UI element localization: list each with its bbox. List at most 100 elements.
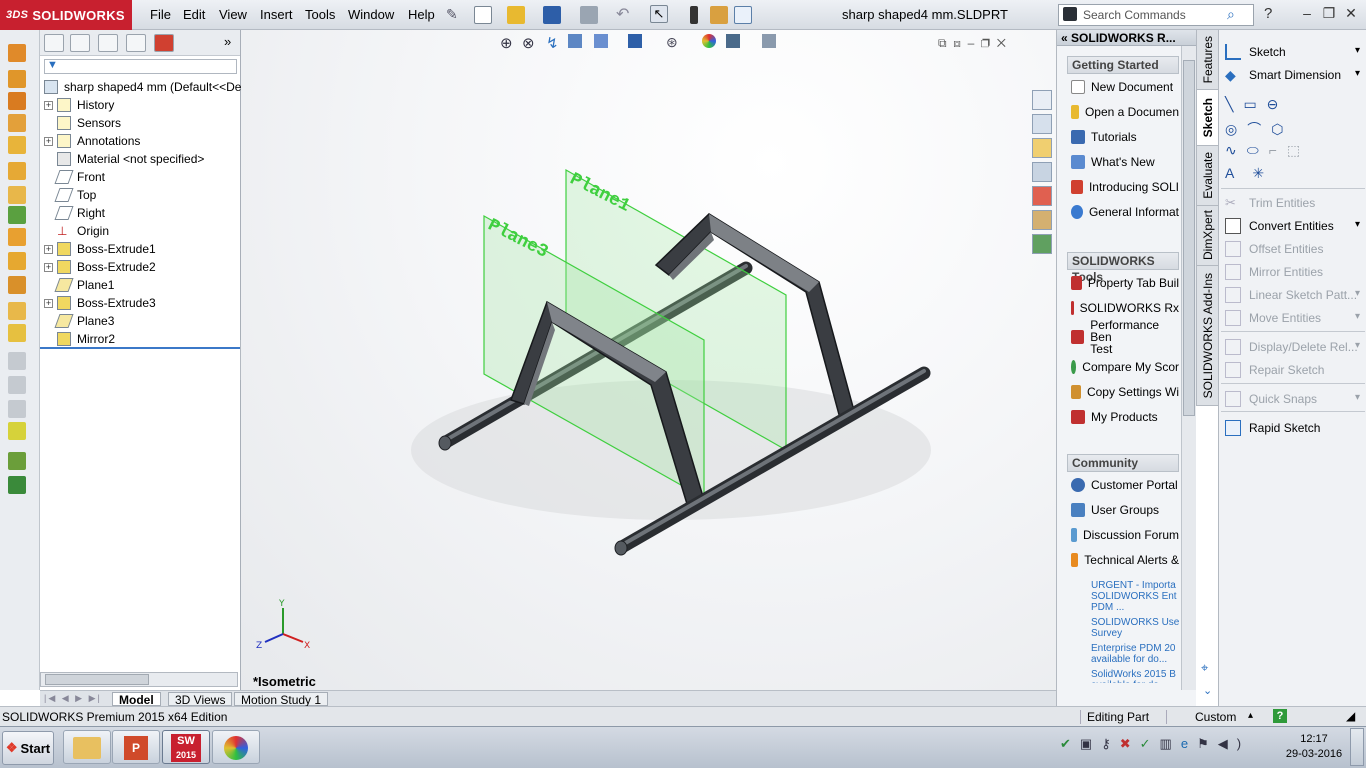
view-orientation-icon[interactable] — [594, 34, 608, 48]
view-settings-icon[interactable] — [762, 34, 776, 48]
apply-scene-icon[interactable] — [726, 34, 740, 48]
expand-icon[interactable]: + — [44, 136, 53, 146]
units-selector[interactable]: Custom — [1166, 710, 1236, 724]
tree-item-mirror2[interactable]: Mirror2 — [57, 330, 115, 348]
expand-icon[interactable]: + — [44, 100, 53, 110]
taskbar-explorer[interactable] — [63, 730, 111, 764]
chevron-down-icon[interactable]: ▾ — [1355, 45, 1360, 56]
section-view-icon[interactable] — [568, 34, 582, 48]
tray-ie-icon[interactable]: e — [1181, 736, 1197, 751]
collapse-icon[interactable]: « — [1061, 31, 1068, 45]
property-manager-tab[interactable] — [70, 34, 90, 52]
tree-item-plane1[interactable]: Plane1 — [54, 276, 114, 294]
news-item[interactable]: URGENT - Importa SOLIDWORKS Ent PDM ... — [1091, 580, 1181, 613]
text-icon[interactable]: A — [1225, 165, 1252, 181]
tree-horizontal-scrollbar[interactable] — [40, 672, 238, 687]
tab-motion-study[interactable]: Motion Study 1 — [234, 692, 329, 707]
tree-item-sensors[interactable]: Sensors — [57, 114, 121, 132]
trim-entities-button[interactable]: ✂ Trim Entities — [1225, 192, 1315, 214]
resources-icon[interactable] — [1032, 114, 1052, 134]
tab-3d-views[interactable]: 3D Views — [168, 692, 233, 707]
help-icon[interactable]: ? — [1264, 5, 1272, 22]
viewport-restore-icon[interactable]: ❐ — [981, 36, 990, 50]
chevron-down-icon[interactable]: ▾ — [1355, 288, 1360, 299]
pattern-icon[interactable] — [8, 228, 26, 246]
tree-item-history[interactable]: + History — [44, 96, 114, 114]
sketch-button[interactable]: Sketch — [1225, 41, 1286, 63]
save-icon[interactable] — [543, 6, 561, 24]
move-entities-button[interactable]: Move Entities — [1225, 307, 1321, 329]
shell-icon[interactable] — [8, 302, 26, 320]
performance-benchmark-link[interactable]: Performance Ben Test — [1067, 320, 1179, 354]
user-groups-link[interactable]: User Groups — [1067, 497, 1179, 522]
tree-item-boss-extrude3[interactable]: + Boss-Extrude3 — [44, 294, 156, 312]
taskbar-paint[interactable] — [212, 730, 260, 764]
reference-geometry-icon[interactable] — [8, 376, 26, 394]
discussion-forum-link[interactable]: Discussion Forum — [1067, 522, 1179, 547]
start-button[interactable]: ❖ Start — [2, 731, 54, 765]
lofted-boss-icon[interactable] — [8, 114, 26, 132]
display-style-icon[interactable] — [628, 34, 642, 48]
scrollbar-thumb[interactable] — [45, 674, 149, 685]
slot-icon[interactable]: ⊖ — [1267, 96, 1289, 112]
news-item[interactable]: SolidWorks 2015 B available for do... — [1091, 669, 1181, 683]
tree-item-right-plane[interactable]: Right — [54, 204, 105, 222]
view-palette-icon[interactable] — [1032, 162, 1052, 182]
expand-tabs-icon[interactable]: » — [224, 34, 231, 49]
tree-root[interactable]: sharp shaped4 mm (Default<<Defau — [44, 78, 258, 96]
ellipse-icon[interactable]: ⬭ — [1247, 142, 1269, 158]
display-delete-relations-button[interactable]: Display/Delete Rel... — [1225, 336, 1358, 358]
clock[interactable]: 12:17 29-03-2016 — [1284, 732, 1344, 762]
appearances-icon[interactable] — [1032, 186, 1052, 206]
search-input[interactable]: Search Commands ⌕ — [1058, 4, 1254, 26]
customer-portal-link[interactable]: Customer Portal — [1067, 472, 1179, 497]
tab-solidworks-add-ins[interactable]: SOLIDWORKS Add-Ins — [1197, 266, 1219, 406]
scrollbar-thumb[interactable] — [1183, 60, 1195, 416]
more-tabs-icon[interactable]: ⌄ — [1203, 684, 1212, 697]
graphics-area[interactable]: Plane1 Plane3 Y X Z *Isometric — [241, 30, 1056, 690]
repair-sketch-button[interactable]: Repair Sketch — [1225, 359, 1324, 381]
options-icon[interactable] — [734, 6, 752, 24]
swept-boss-icon[interactable] — [8, 92, 26, 110]
display-manager-tab[interactable] — [154, 34, 174, 52]
feature-manager-tab[interactable] — [44, 34, 64, 52]
cut-icon[interactable] — [8, 186, 26, 204]
tray-check-icon[interactable]: ✓ — [1140, 736, 1160, 751]
intersect-icon[interactable] — [8, 352, 26, 370]
offset-entities-button[interactable]: Offset Entities — [1225, 238, 1323, 260]
taskbar-powerpoint[interactable]: P — [112, 730, 160, 764]
spline-icon[interactable]: ∿ — [1225, 142, 1247, 158]
expand-icon[interactable]: + — [44, 298, 53, 308]
forum-icon[interactable] — [1032, 234, 1052, 254]
draft-icon[interactable] — [8, 276, 26, 294]
tray-usb-icon[interactable]: ⚷ — [1101, 736, 1120, 751]
news-item[interactable]: SOLIDWORKS Use Survey — [1091, 617, 1181, 639]
expand-icon[interactable]: + — [44, 244, 53, 254]
hide-show-items-icon[interactable]: ⊛ — [666, 34, 678, 51]
reference-geometry-dropdown-icon[interactable] — [8, 452, 26, 470]
fillet-icon[interactable] — [8, 206, 26, 224]
chevron-down-icon[interactable]: ▾ — [1355, 311, 1360, 322]
menu-file[interactable]: File — [150, 7, 171, 22]
chevron-up-icon[interactable]: ▴ — [1248, 710, 1253, 721]
show-desktop-button[interactable] — [1350, 728, 1364, 766]
resize-grip-icon[interactable]: ◢ — [1346, 709, 1355, 723]
menu-window[interactable]: Window — [348, 7, 394, 22]
tree-item-annotations[interactable]: + Annotations — [44, 132, 140, 150]
tile-view-icon[interactable]: ⧈ — [953, 36, 961, 50]
polygon-icon[interactable]: ⬡ — [1271, 121, 1293, 137]
linear-sketch-pattern-button[interactable]: Linear Sketch Patt... — [1225, 284, 1357, 306]
search-icon[interactable]: ⌕ — [1227, 6, 1235, 23]
tray-flag-icon[interactable]: ⚑ — [1197, 736, 1218, 751]
edit-appearance-icon[interactable] — [702, 34, 716, 48]
tree-item-boss-extrude2[interactable]: + Boss-Extrude2 — [44, 258, 156, 276]
menu-insert[interactable]: Insert — [260, 7, 293, 22]
menu-tools[interactable]: Tools — [305, 7, 335, 22]
chevron-down-icon[interactable]: ▾ — [1355, 219, 1360, 230]
taskbar-solidworks[interactable]: SW 2015 — [162, 730, 210, 764]
restore-icon[interactable]: ❐ — [1318, 5, 1340, 22]
tab-evaluate[interactable]: Evaluate — [1197, 146, 1219, 206]
expand-icon[interactable]: + — [44, 262, 53, 272]
new-document-icon[interactable] — [474, 6, 492, 24]
compare-my-score-link[interactable]: Compare My Scor — [1067, 354, 1179, 379]
